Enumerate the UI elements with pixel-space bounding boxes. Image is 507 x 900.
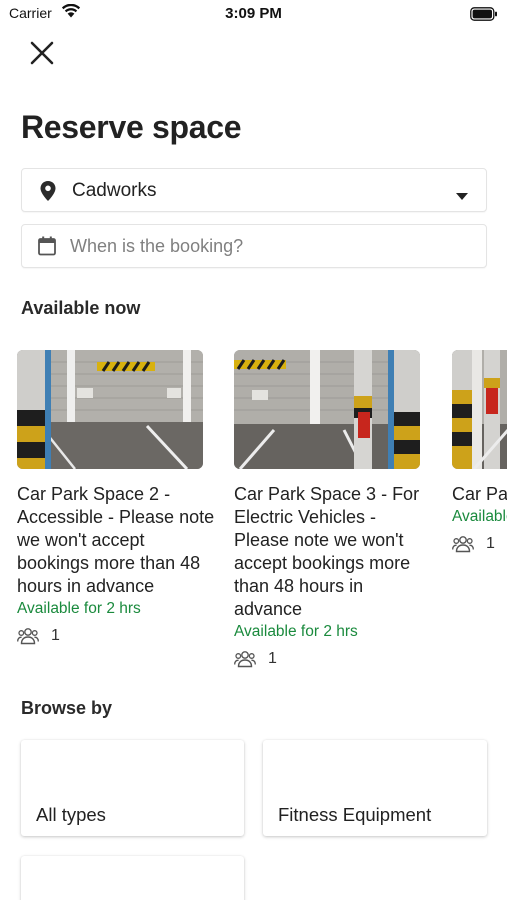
chevron-down-icon xyxy=(456,187,468,205)
type-tile-label: All types xyxy=(36,804,106,825)
capacity-count: 1 xyxy=(51,627,60,644)
space-photo xyxy=(234,350,420,469)
space-card-4[interactable]: Car Park Space 4 Available for 2 hrs 1 xyxy=(452,350,507,553)
space-card-2[interactable]: Car Park Space 2 - Accessible - Please n… xyxy=(17,350,214,645)
space-name: Car Park Space 2 - Accessible - Please n… xyxy=(17,484,215,596)
close-button[interactable] xyxy=(25,36,59,70)
close-icon xyxy=(30,41,54,65)
location-pin-icon xyxy=(38,180,58,207)
capacity-info: 1 xyxy=(452,535,507,553)
people-icon xyxy=(17,628,39,645)
page-title: Reserve space xyxy=(21,109,242,145)
browse-by-heading: Browse by xyxy=(21,698,113,718)
space-card-3[interactable]: Car Park Space 3 - For Electric Vehicles… xyxy=(234,350,424,668)
capacity-count: 1 xyxy=(486,535,495,552)
people-icon xyxy=(452,536,474,553)
type-tile-more[interactable] xyxy=(21,856,244,900)
type-tile-all-types[interactable]: All types xyxy=(21,740,244,836)
people-icon xyxy=(234,651,256,668)
space-photo xyxy=(17,350,203,469)
availability-text: Available for 2 hrs xyxy=(452,508,507,525)
capacity-count: 1 xyxy=(268,650,277,667)
booking-date-input[interactable] xyxy=(70,225,470,267)
available-now-heading: Available now xyxy=(21,298,141,318)
location-select[interactable]: Cadworks xyxy=(21,168,487,212)
space-photo xyxy=(452,350,507,469)
capacity-info: 1 xyxy=(234,650,424,668)
calendar-icon xyxy=(38,236,56,261)
location-value: Cadworks xyxy=(72,180,157,201)
status-bar: Carrier 3:09 PM xyxy=(0,0,507,30)
availability-text: Available for 2 hrs xyxy=(17,600,141,617)
type-tile-label: Fitness Equipment xyxy=(278,804,432,825)
booking-date-field[interactable] xyxy=(21,224,487,268)
space-name: Car Park Space 4 xyxy=(452,484,507,504)
availability-text: Available for 2 hrs xyxy=(234,623,358,640)
capacity-info: 1 xyxy=(17,627,207,645)
battery-icon xyxy=(470,7,498,26)
status-time: 3:09 PM xyxy=(225,5,282,22)
available-spaces-carousel[interactable]: Car Park Space 2 - Accessible - Please n… xyxy=(0,350,507,690)
type-tile-fitness-equipment[interactable]: Fitness Equipment xyxy=(263,740,487,836)
space-name: Car Park Space 3 - For Electric Vehicles… xyxy=(234,484,420,619)
